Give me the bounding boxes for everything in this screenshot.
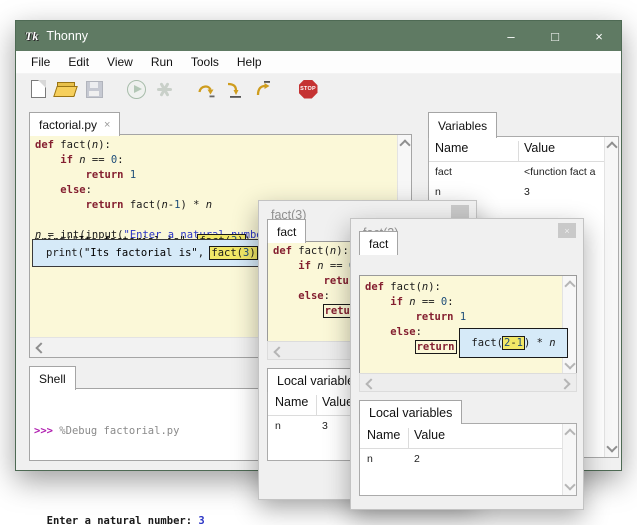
fact2-locals-scrollbar[interactable] <box>562 424 576 495</box>
maximize-button[interactable]: □ <box>533 21 577 51</box>
table-row[interactable]: n3 <box>429 182 618 202</box>
toolbar-step-over-button[interactable] <box>194 78 218 100</box>
code-line: else: <box>35 183 398 198</box>
table-header: Name Value <box>429 137 618 162</box>
column-header-value[interactable]: Value <box>414 428 445 442</box>
toolbar-step-out-button[interactable] <box>250 78 274 100</box>
shell-command: %Debug factorial.py <box>59 425 179 437</box>
toolbar-debug-script-button[interactable] <box>152 78 176 100</box>
tab-factorial-py[interactable]: factorial.py × <box>29 112 120 136</box>
close-button[interactable]: × <box>577 21 621 51</box>
menu-view[interactable]: View <box>98 52 142 72</box>
table-row[interactable]: fact <function fact a <box>429 162 618 182</box>
menu-edit[interactable]: Edit <box>59 52 98 72</box>
scroll-left-icon[interactable] <box>35 342 46 353</box>
toolbar: STOP <box>16 74 621 104</box>
shell-prompt: >>> <box>34 425 53 437</box>
tab-label: Variables <box>438 119 487 133</box>
scroll-down-icon[interactable] <box>564 479 575 490</box>
toolbar-run-script-button[interactable] <box>124 78 148 100</box>
evaluated-expression-box: fact(2-1) * n <box>459 328 568 358</box>
current-statement-box: print("Its factorial is", fact(3)) <box>32 239 284 267</box>
menu-run[interactable]: Run <box>142 52 182 72</box>
shell-io-line: Enter a natural number: 3 <box>34 514 409 525</box>
cell-name: n <box>435 186 441 198</box>
menu-file[interactable]: File <box>22 52 59 72</box>
tab-shell[interactable]: Shell <box>29 366 76 390</box>
fact2-locals-table[interactable]: NameValuen2 <box>359 423 577 496</box>
toolbar-open-file-button[interactable] <box>54 78 78 100</box>
scroll-up-icon[interactable] <box>399 139 410 150</box>
expression-box: fact(3) <box>210 247 256 259</box>
column-divider[interactable] <box>518 141 519 161</box>
tab-variables[interactable]: Variables <box>428 112 497 138</box>
variables-scrollbar[interactable] <box>604 137 618 457</box>
scroll-left-icon[interactable] <box>273 346 284 357</box>
table-row[interactable]: n2 <box>360 449 576 469</box>
scroll-down-icon[interactable] <box>564 358 575 369</box>
tab-label: fact <box>369 237 388 251</box>
scroll-left-icon[interactable] <box>365 378 376 389</box>
scroll-right-icon[interactable] <box>559 378 570 389</box>
fact2-vertical-scrollbar[interactable] <box>562 276 576 374</box>
scroll-down-icon[interactable] <box>606 441 617 452</box>
code-line: return 1 <box>365 310 576 325</box>
column-header-name[interactable]: Name <box>435 141 468 155</box>
tab-label: Shell <box>39 372 66 386</box>
fact3-tab-fact[interactable]: fact <box>267 219 306 243</box>
code-line: def fact(n): <box>365 280 576 295</box>
title-bar[interactable]: Tk Thonny – □ × <box>16 21 621 51</box>
fact2-horizontal-scrollbar[interactable] <box>359 373 577 392</box>
code-line: if n == 0: <box>365 295 576 310</box>
minimize-button[interactable]: – <box>489 21 533 51</box>
toolbar-step-into-button[interactable] <box>222 78 246 100</box>
fact2-code-view[interactable]: def fact(n): if n == 0: return 1 else: r… <box>359 275 577 375</box>
tab-label: Local variables <box>369 406 452 420</box>
menu-tools[interactable]: Tools <box>182 52 228 72</box>
window-title: Thonny <box>46 29 88 43</box>
close-icon: × <box>564 226 569 236</box>
fact2-tab-fact[interactable]: fact <box>359 231 398 255</box>
column-header-value[interactable]: Value <box>524 141 555 155</box>
column-header-value[interactable]: Value <box>322 395 353 409</box>
cell-value: 2 <box>414 453 420 465</box>
scroll-up-icon[interactable] <box>606 141 617 152</box>
tab-label: factorial.py <box>39 118 97 132</box>
scroll-up-icon[interactable] <box>564 280 575 291</box>
column-divider[interactable] <box>408 428 409 448</box>
column-header-name[interactable]: Name <box>367 428 400 442</box>
toolbar-stop-button[interactable]: STOP <box>296 78 320 100</box>
fact2-close-button[interactable]: × <box>558 223 576 238</box>
column-divider[interactable] <box>316 395 317 415</box>
menu-help[interactable]: Help <box>228 52 271 72</box>
expression-box: 2-1 <box>503 337 524 349</box>
app-icon: Tk <box>25 29 38 44</box>
toolbar-new-file-button[interactable] <box>26 78 50 100</box>
code-line: return 1 <box>35 168 398 183</box>
toolbar-save-file-button[interactable] <box>82 78 106 100</box>
cell-value: 3 <box>322 420 328 432</box>
fact2-local-variables-tab[interactable]: Local variables <box>359 400 462 424</box>
table-header: Name Value <box>360 424 576 449</box>
program-output: Enter a natural number: <box>34 515 198 525</box>
desktop: Tk Thonny – □ × FileEditViewRunToolsHelp… <box>0 0 637 525</box>
cell-name: n <box>367 453 373 465</box>
cell-value: <function fact a <box>524 166 596 178</box>
cell-value: 3 <box>524 186 530 198</box>
window-controls: – □ × <box>489 21 621 51</box>
user-input: 3 <box>198 515 204 525</box>
cell-name: n <box>275 420 281 432</box>
tab-close-icon[interactable]: × <box>104 119 110 131</box>
column-header-name[interactable]: Name <box>275 395 308 409</box>
fact2-window: fact(2) × fact def fact(n): if n == 0: r… <box>350 218 584 510</box>
code-line: if n == 0: <box>35 153 398 168</box>
cell-name: fact <box>435 166 452 178</box>
scroll-up-icon[interactable] <box>564 428 575 439</box>
tab-label: fact <box>277 225 296 239</box>
code-line: def fact(n): <box>35 138 398 153</box>
tab-label: Local variables <box>277 374 360 388</box>
menu-bar: FileEditViewRunToolsHelp <box>16 51 621 74</box>
